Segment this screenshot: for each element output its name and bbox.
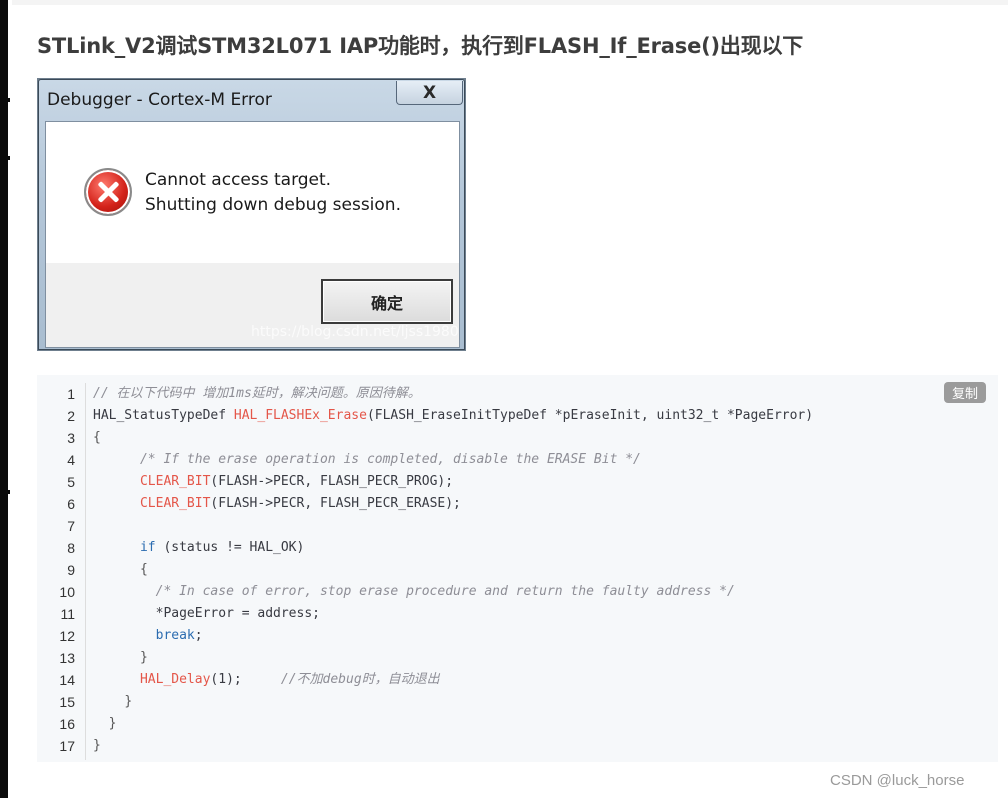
code-line: { bbox=[93, 559, 998, 581]
error-dialog-screenshot: Debugger - Cortex-M Error X Cannot acces… bbox=[37, 78, 466, 351]
line-number: 3 bbox=[67, 430, 75, 446]
line-number: 9 bbox=[67, 562, 75, 578]
dialog-message: Cannot access target. Shutting down debu… bbox=[145, 168, 401, 218]
left-edge-tick bbox=[0, 98, 10, 102]
dialog-body: Cannot access target. Shutting down debu… bbox=[45, 121, 460, 348]
code-line: if (status != HAL_OK) bbox=[93, 537, 998, 559]
error-icon bbox=[84, 168, 132, 216]
code-line: } bbox=[93, 647, 998, 669]
line-number: 14 bbox=[59, 672, 75, 688]
code-brace: } bbox=[108, 716, 117, 731]
code-line: /* In case of error, stop erase procedur… bbox=[93, 581, 998, 603]
code-keyword: break bbox=[155, 628, 195, 643]
code-line: HAL_Delay(1); //不加debug时，自动退出 bbox=[93, 669, 998, 691]
code-comment: // 在以下代码中 增加1ms延时，解决问题。原因待解。 bbox=[93, 386, 421, 401]
code-line: } bbox=[93, 691, 998, 713]
left-edge-bar bbox=[0, 0, 8, 798]
code-function: HAL_FLASHEx_Erase bbox=[233, 408, 367, 423]
dialog-message-line: Shutting down debug session. bbox=[145, 195, 401, 215]
line-number: 7 bbox=[67, 518, 75, 534]
line-number: 11 bbox=[60, 606, 75, 622]
ok-button: 确定 bbox=[321, 279, 453, 324]
code-comment: /* In case of error, stop erase procedur… bbox=[155, 584, 735, 599]
code-statement: *PageError = address; bbox=[155, 606, 320, 621]
dialog-message-line: Cannot access target. bbox=[145, 170, 332, 190]
line-number: 17 bbox=[59, 738, 75, 754]
close-icon: X bbox=[396, 81, 463, 105]
code-args: (status != HAL_OK) bbox=[155, 540, 305, 555]
code-line: { bbox=[93, 430, 101, 445]
code-macro: CLEAR_BIT bbox=[139, 474, 211, 489]
code-type: HAL_StatusTypeDef bbox=[93, 408, 234, 423]
code-keyword: if bbox=[139, 540, 156, 555]
line-number: 8 bbox=[67, 540, 75, 556]
code-args: (FLASH_EraseInitTypeDef *pEraseInit, uin… bbox=[366, 408, 814, 423]
code-comment: //不加debug时，自动退出 bbox=[280, 672, 440, 687]
code-brace: } bbox=[124, 694, 133, 709]
code-brace: } bbox=[93, 738, 101, 753]
code-args: (FLASH->PECR, FLASH_PECR_PROG); bbox=[210, 474, 454, 489]
line-number: 10 bbox=[59, 584, 75, 600]
article-title: STLink_V2调试STM32L071 IAP功能时，执行到FLASH_If_… bbox=[37, 34, 804, 58]
line-number: 13 bbox=[59, 650, 75, 666]
line-number: 1 bbox=[67, 386, 75, 402]
top-divider bbox=[12, 0, 1008, 5]
code-block: 1 2 3 4 5 6 7 8 9 10 11 12 13 14 15 16 1… bbox=[37, 375, 998, 762]
code-brace: } bbox=[139, 650, 148, 665]
code-line: *PageError = address; bbox=[93, 603, 998, 625]
line-number: 15 bbox=[59, 694, 75, 710]
code-content[interactable]: // 在以下代码中 增加1ms延时，解决问题。原因待解。 HAL_StatusT… bbox=[93, 383, 998, 757]
line-number: 16 bbox=[59, 716, 75, 732]
code-line: CLEAR_BIT(FLASH->PECR, FLASH_PECR_PROG); bbox=[93, 471, 998, 493]
dialog-window: Debugger - Cortex-M Error X Cannot acces… bbox=[38, 79, 465, 350]
left-edge-tick bbox=[0, 156, 10, 160]
code-line: HAL_StatusTypeDef HAL_FLASHEx_Erase(FLAS… bbox=[93, 405, 998, 427]
code-macro: CLEAR_BIT bbox=[139, 496, 211, 511]
dialog-title: Debugger - Cortex-M Error bbox=[47, 90, 272, 110]
line-number: 4 bbox=[67, 452, 75, 468]
code-args: (1); bbox=[210, 672, 242, 687]
left-edge-tick bbox=[0, 490, 10, 494]
code-comment: /* If the erase operation is completed, … bbox=[139, 452, 641, 467]
code-line: // 在以下代码中 增加1ms延时，解决问题。原因待解。 bbox=[93, 383, 998, 405]
line-number: 12 bbox=[59, 628, 75, 644]
code-args: (FLASH->PECR, FLASH_PECR_ERASE); bbox=[210, 496, 461, 511]
code-function: HAL_Delay bbox=[139, 672, 211, 687]
line-number-gutter: 1 2 3 4 5 6 7 8 9 10 11 12 13 14 15 16 1… bbox=[37, 383, 86, 760]
author-credit: CSDN @luck_horse bbox=[830, 772, 965, 789]
code-punct: ; bbox=[194, 628, 203, 643]
code-line: } bbox=[93, 713, 998, 735]
code-line: break; bbox=[93, 625, 998, 647]
code-line: /* If the erase operation is completed, … bbox=[93, 449, 998, 471]
code-line: } bbox=[93, 735, 998, 757]
copy-button[interactable]: 复制 bbox=[943, 382, 986, 403]
code-line: CLEAR_BIT(FLASH->PECR, FLASH_PECR_ERASE)… bbox=[93, 493, 998, 515]
line-number: 2 bbox=[67, 408, 75, 424]
image-watermark: https://blog.csdn.net/ljss1980 bbox=[251, 324, 459, 340]
line-number: 6 bbox=[67, 496, 75, 512]
line-number: 5 bbox=[67, 474, 75, 490]
code-brace: { bbox=[139, 562, 148, 577]
